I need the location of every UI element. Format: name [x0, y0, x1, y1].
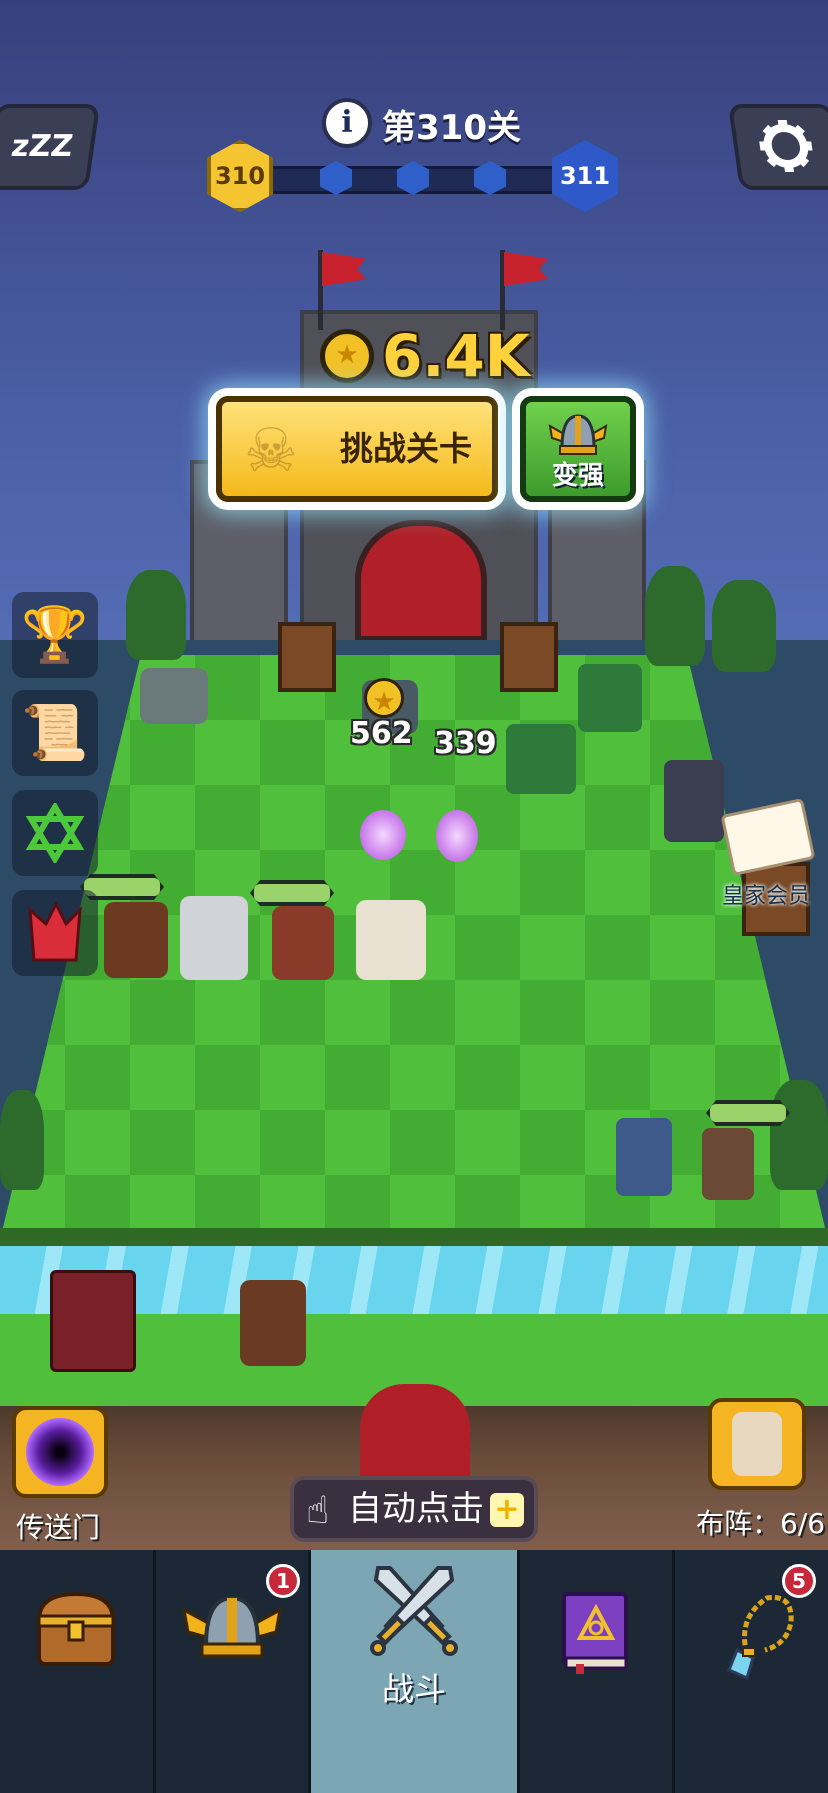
amulet-necklace-icon	[726, 1595, 794, 1681]
formation-label: 布阵：6/6	[696, 1507, 826, 1540]
enemy-archer[interactable]	[578, 664, 642, 732]
challenge-button-label: 挑战关卡	[340, 429, 472, 468]
enemy-spiked-beast[interactable]	[140, 668, 208, 724]
notification-badge: 5	[781, 1564, 816, 1598]
ranking-button[interactable]: 🏆	[12, 592, 98, 678]
health-bar	[250, 880, 334, 906]
formation-button[interactable]	[708, 1398, 806, 1490]
ally-unit[interactable]	[616, 1118, 672, 1196]
hexagram-button[interactable]	[12, 790, 98, 876]
portal-icon	[26, 1418, 94, 1486]
notification-badge: 1	[266, 1564, 301, 1598]
gold-coin-icon	[364, 678, 404, 718]
crown-event-button[interactable]	[12, 890, 98, 976]
nav-label-battle: 战斗	[381, 1670, 446, 1708]
scroll-icon: 📜	[21, 701, 89, 764]
tree	[126, 570, 186, 660]
red-crown-icon	[28, 902, 82, 962]
sleep-icon: zZZ	[9, 129, 76, 164]
damage-number: 562	[350, 716, 413, 751]
hero-reaper[interactable]	[180, 896, 248, 980]
tree	[0, 1090, 44, 1190]
sleep-mode-button[interactable]: zZZ	[0, 104, 101, 190]
tree	[712, 580, 776, 672]
tree	[645, 566, 705, 666]
wooden-crate	[278, 622, 336, 692]
tap-hand-icon: ☝	[306, 1488, 330, 1532]
bench-hero-rogue[interactable]	[240, 1280, 306, 1366]
nav-item-battle[interactable]: 战斗	[311, 1550, 520, 1793]
hexagram-icon	[25, 803, 85, 863]
podium-star-icon: 🏆	[21, 603, 89, 666]
hero-warrior[interactable]	[104, 902, 168, 978]
nav-item-amulet[interactable]: 5	[675, 1550, 828, 1793]
bottom-nav: 1 战斗 5	[0, 1550, 828, 1793]
skull-icon: ☠	[244, 416, 298, 486]
spellbook-icon	[562, 1592, 629, 1674]
level-title: 第310关	[382, 108, 521, 148]
hero-berserker[interactable]	[272, 906, 334, 980]
gold-reward: 6.4K	[320, 322, 530, 390]
winged-helmet-icon	[181, 1595, 282, 1658]
gold-coin-icon	[320, 329, 374, 383]
quest-scroll-button[interactable]: 📜	[12, 690, 98, 776]
enemy-archer[interactable]	[506, 724, 576, 794]
gear-icon	[759, 120, 813, 172]
strengthen-button[interactable]: 变强	[520, 396, 636, 502]
royal-member-label[interactable]: 皇家会员	[722, 878, 810, 910]
info-icon[interactable]: i	[322, 98, 372, 148]
portal-button[interactable]	[12, 1406, 108, 1498]
treasure-chest-icon	[37, 1591, 116, 1666]
nav-item-chest[interactable]	[0, 1550, 156, 1793]
settings-button[interactable]	[727, 104, 828, 190]
nav-item-heroes[interactable]: 1	[156, 1550, 312, 1793]
tree	[770, 1080, 828, 1190]
wooden-crate	[500, 622, 558, 692]
portal-label: 传送门	[16, 1511, 101, 1544]
strengthen-button-label: 变强	[551, 461, 604, 491]
gold-amount: 6.4K	[382, 322, 530, 390]
auto-click-button[interactable]: ☝ 自动点击 +	[290, 1476, 538, 1542]
crossed-swords-icon	[369, 1566, 458, 1656]
purple-magic-orb	[360, 810, 406, 860]
nav-item-spellbook[interactable]	[520, 1550, 676, 1793]
auto-click-label: 自动点击	[348, 1489, 484, 1529]
ally-unit[interactable]	[702, 1128, 754, 1200]
enemy-dark-knight[interactable]	[664, 760, 724, 842]
castle-gate	[355, 520, 487, 642]
board-edge	[0, 1228, 828, 1246]
bench-hero-mage[interactable]	[50, 1270, 136, 1372]
challenge-level-button[interactable]: ☠ 挑战关卡	[216, 396, 498, 502]
winged-helmet-icon	[548, 414, 608, 455]
purple-magic-orb	[436, 810, 478, 862]
damage-number: 339	[434, 726, 497, 761]
hero-portrait-icon	[732, 1412, 782, 1476]
hero-paladin[interactable]	[356, 900, 426, 980]
health-bar	[706, 1100, 790, 1126]
plus-icon: +	[490, 1493, 524, 1527]
